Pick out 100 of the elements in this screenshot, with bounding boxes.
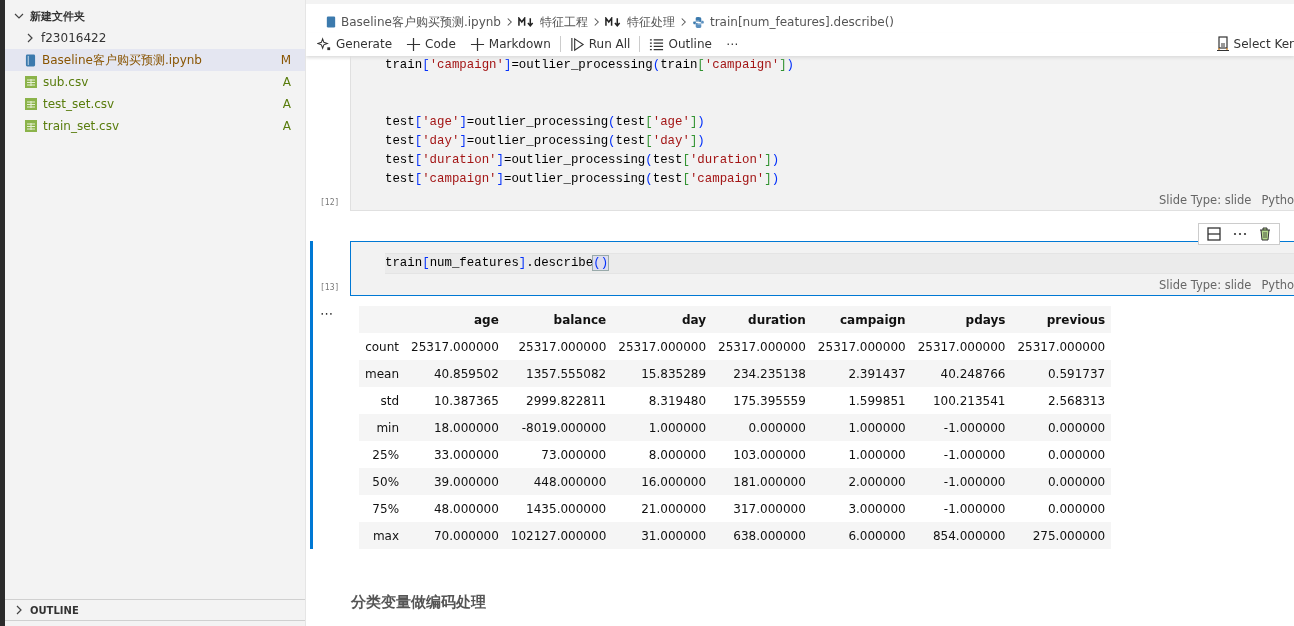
table-cell: 854.000000 bbox=[911, 522, 1012, 549]
row-header: count bbox=[359, 333, 406, 360]
breadcrumb-item[interactable]: train[num_features].describe() bbox=[709, 15, 895, 29]
code-cell[interactable]: train[num_features].describe() Slide Type: slide Pytho bbox=[350, 241, 1294, 296]
row-header: max bbox=[359, 522, 406, 549]
row-header: min bbox=[359, 414, 406, 441]
table-cell: 100.213541 bbox=[911, 387, 1012, 414]
git-status: A bbox=[282, 75, 291, 89]
table-cell: 6.000000 bbox=[811, 522, 912, 549]
file-item[interactable]: test_set.csv A bbox=[5, 93, 305, 115]
section-heading: 分类变量做编码处理 bbox=[351, 593, 487, 612]
outline-section[interactable]: OUTLINE bbox=[5, 599, 305, 621]
file-item[interactable]: f23016422 bbox=[5, 27, 305, 49]
breadcrumb-item[interactable]: Baseline客户购买预测.ipynb bbox=[341, 13, 501, 31]
code-line: test['campaign']=outlier_processing(test['campaign']) bbox=[385, 171, 781, 188]
column-header: balance bbox=[504, 306, 613, 333]
trash-icon[interactable] bbox=[1259, 227, 1271, 241]
table-cell: 25317.000000 bbox=[1011, 333, 1112, 360]
notebook-icon bbox=[25, 53, 36, 67]
table-cell: 18.000000 bbox=[405, 414, 505, 441]
file-name: train_set.csv bbox=[43, 119, 121, 133]
column-header: pdays bbox=[911, 306, 1012, 333]
table-cell: 3.000000 bbox=[811, 495, 912, 522]
table-cell: 2.391437 bbox=[811, 360, 912, 387]
table-cell: 1435.000000 bbox=[504, 495, 613, 522]
table-cell: 1.000000 bbox=[612, 414, 713, 441]
table-cell: 40.859502 bbox=[405, 360, 505, 387]
kernel-button[interactable]: Select Ker bbox=[1208, 34, 1294, 54]
markdown-icon bbox=[604, 17, 622, 27]
execution-count: [13] bbox=[320, 283, 340, 292]
table-cell: 73.000000 bbox=[504, 441, 613, 468]
toolbar-button[interactable]: Code bbox=[399, 34, 463, 54]
column-header: previous bbox=[1011, 306, 1112, 333]
table-cell: 1.000000 bbox=[811, 441, 912, 468]
sparkle-icon bbox=[317, 36, 332, 52]
code-cell[interactable] bbox=[350, 56, 1294, 211]
file-name: sub.csv bbox=[43, 75, 90, 89]
output-menu[interactable]: ⋯ bbox=[320, 306, 333, 321]
table-cell: 2.000000 bbox=[811, 468, 912, 495]
table-cell: 234.235138 bbox=[712, 360, 812, 387]
table-cell: 0.000000 bbox=[1011, 495, 1112, 522]
column-header: duration bbox=[712, 306, 812, 333]
python-icon bbox=[691, 15, 705, 29]
column-header: day bbox=[612, 306, 713, 333]
language-label[interactable]: Pytho bbox=[1261, 193, 1294, 207]
outline-label: OUTLINE bbox=[30, 604, 79, 616]
execution-count: [12] bbox=[320, 198, 340, 207]
table-cell: 1.000000 bbox=[811, 414, 912, 441]
code-line: train['campaign']=outlier_processing(train['campaign']) bbox=[385, 57, 795, 74]
table-cell: 25317.000000 bbox=[612, 333, 713, 360]
toolbar-button[interactable]: Markdown bbox=[462, 34, 558, 54]
kernel-icon bbox=[1215, 36, 1230, 52]
toolbar-button[interactable]: Run All bbox=[562, 34, 638, 54]
folder-item[interactable]: 新建文件夹 bbox=[5, 0, 305, 27]
column-header: age bbox=[405, 306, 505, 333]
table-cell: 25317.000000 bbox=[811, 333, 912, 360]
toolbar-button[interactable]: ⋯ bbox=[718, 35, 745, 53]
row-header: 50% bbox=[359, 468, 406, 495]
table-cell: 448.000000 bbox=[504, 468, 613, 495]
code-line: test['age']=outlier_processing(test['age']) bbox=[385, 114, 706, 131]
folder-label: 新建文件夹 bbox=[30, 8, 85, 24]
code-line: test['day']=outlier_processing(test['day']) bbox=[385, 133, 706, 150]
table-cell: 181.000000 bbox=[712, 468, 812, 495]
chevron-icon bbox=[679, 17, 687, 27]
table-cell: 103.000000 bbox=[712, 441, 812, 468]
table-cell: 0.591737 bbox=[1011, 360, 1112, 387]
table-cell: 8.319480 bbox=[612, 387, 713, 414]
file-item[interactable]: Baseline客户购买预测.ipynb M bbox=[5, 49, 305, 71]
table-cell: 25317.000000 bbox=[504, 333, 613, 360]
slide-type-label[interactable]: Slide Type: slide bbox=[1159, 278, 1252, 292]
slide-type-label[interactable]: Slide Type: slide bbox=[1159, 193, 1252, 207]
table-cell: 39.000000 bbox=[405, 468, 505, 495]
table-cell: 25317.000000 bbox=[712, 333, 812, 360]
table-cell: 1.599851 bbox=[811, 387, 912, 414]
file-item[interactable]: train_set.csv A bbox=[5, 115, 305, 137]
row-header: 75% bbox=[359, 495, 406, 522]
toolbar-button[interactable]: Outline bbox=[642, 34, 719, 54]
table-cell: 40.248766 bbox=[911, 360, 1012, 387]
toolbar-button[interactable]: Generate bbox=[310, 34, 400, 54]
table-cell: -8019.000000 bbox=[504, 414, 613, 441]
breadcrumb-item[interactable]: 特征处理 bbox=[626, 13, 675, 31]
file-item[interactable]: sub.csv A bbox=[5, 71, 305, 93]
language-label[interactable]: Pytho bbox=[1261, 278, 1294, 292]
table-cell: 175.395559 bbox=[712, 387, 812, 414]
table-icon bbox=[25, 76, 37, 88]
table-cell: 2.568313 bbox=[1011, 387, 1112, 414]
run-all-icon bbox=[569, 36, 585, 52]
table-cell: -1.000000 bbox=[911, 495, 1012, 522]
row-header: 25% bbox=[359, 441, 406, 468]
breadcrumb-item[interactable]: 特征工程 bbox=[539, 13, 588, 31]
split-cell-icon[interactable] bbox=[1207, 227, 1221, 241]
chevron-icon bbox=[505, 17, 513, 27]
table-cell: 31.000000 bbox=[612, 522, 713, 549]
notebook-icon bbox=[326, 16, 336, 28]
table-cell: 8.000000 bbox=[612, 441, 713, 468]
table-cell: 0.000000 bbox=[1011, 441, 1112, 468]
more-icon[interactable] bbox=[1233, 232, 1247, 236]
git-status: M bbox=[280, 53, 291, 67]
code-line: test['duration']=outlier_processing(test['duration']) bbox=[385, 152, 781, 169]
file-name: Baseline客户购买预测.ipynb bbox=[42, 51, 203, 69]
